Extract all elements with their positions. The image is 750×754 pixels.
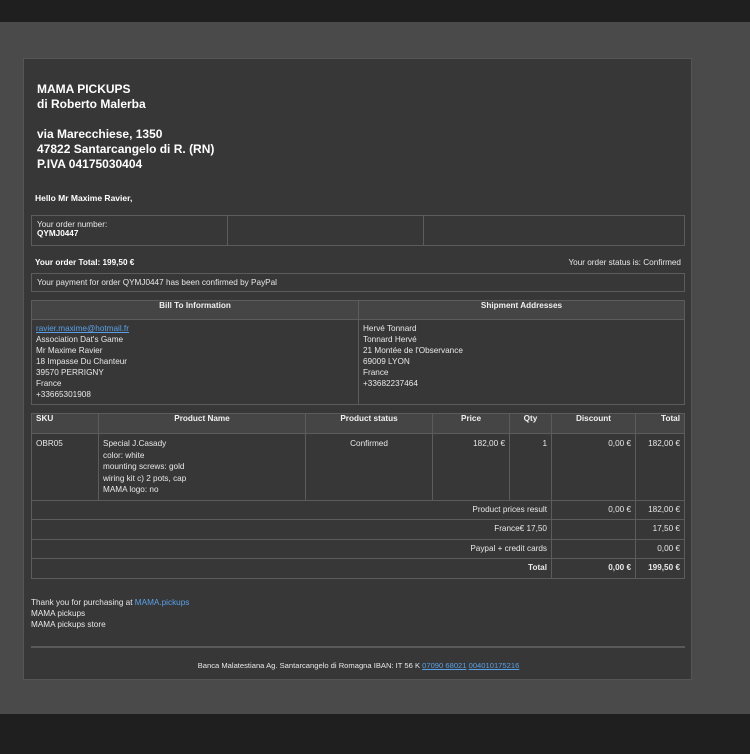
products-table: SKU Product Name Product status Price Qt… — [31, 413, 685, 579]
billing-line: Mr Maxime Ravier — [36, 346, 103, 355]
col-price: Price — [432, 413, 510, 434]
payment-total: 0,00 € — [635, 538, 685, 559]
col-discount: Discount — [551, 413, 636, 434]
billing-line: 39570 PERRIGNY — [36, 368, 104, 377]
shipping-label: France€ 17,50 — [31, 519, 552, 540]
summary-row-payment: Paypal + credit cards 0,00 € — [31, 538, 685, 559]
bill-to-header: Bill To Information — [31, 300, 359, 320]
shipping-line: France — [363, 368, 389, 377]
empty-cell — [551, 519, 636, 540]
item-option-line: wiring kit c) 2 pots, cap — [103, 473, 187, 483]
product-prices-total: 182,00 € — [635, 499, 685, 520]
item-option-line: mounting screws: gold — [103, 462, 185, 471]
store-subtitle: MAMA pickups store — [31, 620, 106, 629]
col-total: Total — [635, 413, 685, 434]
bottom-bar — [0, 714, 750, 754]
billing-line: Association Dat's Game — [36, 335, 124, 344]
thanks-text: Thank you for purchasing at — [31, 598, 135, 607]
order-status: Your order status is: Confirmed — [568, 258, 681, 267]
product-prices-discount: 0,00 € — [551, 499, 636, 520]
item-sku: OBR05 — [31, 433, 99, 501]
order-number-label: Your order number: — [37, 220, 108, 229]
table-row: OBR05 Special J.Casady color: white moun… — [31, 433, 685, 501]
shipping-total: 17,50 € — [635, 519, 685, 540]
company-street: via Marecchiese, 1350 — [37, 127, 163, 141]
products-header-row: SKU Product Name Product status Price Qt… — [31, 413, 685, 434]
item-qty: 1 — [509, 433, 552, 501]
email-body: MAMA PICKUPS di Roberto Malerba via Mare… — [23, 58, 692, 680]
item-name-line: Special J.Casady — [103, 439, 167, 448]
thanks-block: Thank you for purchasing at MAMA.pickups… — [31, 597, 189, 630]
greeting: Hello Mr Maxime Ravier, — [35, 193, 133, 203]
bank-link-2[interactable]: 004010175216 — [469, 661, 520, 670]
grand-total-label: Total — [31, 558, 552, 579]
empty-cell — [423, 215, 685, 246]
company-name: MAMA PICKUPS — [37, 82, 131, 96]
bank-text: Banca Malatestiana Ag. Santarcangelo di … — [197, 661, 423, 670]
item-option-line: MAMA logo: no — [103, 485, 159, 494]
company-header: MAMA PICKUPS di Roberto Malerba via Mare… — [37, 82, 214, 172]
shipping-line: 21 Montée de l'Observance — [363, 346, 463, 355]
col-product-status: Product status — [305, 413, 433, 434]
shipping-line: +33682237464 — [363, 379, 418, 388]
grand-total-discount: 0,00 € — [551, 558, 636, 579]
item-discount: 0,00 € — [551, 433, 636, 501]
top-bar — [0, 0, 750, 22]
product-prices-label: Product prices result — [31, 499, 552, 520]
summary-row-total: Total 0,00 € 199,50 € — [31, 558, 685, 579]
item-name: Special J.Casady color: white mounting s… — [98, 433, 306, 501]
col-qty: Qty — [509, 413, 552, 434]
item-status: Confirmed — [305, 433, 433, 501]
company-owner: di Roberto Malerba — [37, 97, 146, 111]
summary-row-products: Product prices result 0,00 € 182,00 € — [31, 499, 685, 520]
shipping-line: 69009 LYON — [363, 357, 410, 366]
shipment-address: Hervé Tonnard Tonnard Hervé 21 Montée de… — [358, 319, 685, 405]
billing-line: +33665301908 — [36, 390, 91, 399]
shipping-line: Tonnard Hervé — [363, 335, 417, 344]
col-product-name: Product Name — [98, 413, 306, 434]
order-number-cell: Your order number: QYMJ0447 — [31, 215, 228, 246]
billing-line: France — [36, 379, 62, 388]
grand-total: 199,50 € — [635, 558, 685, 579]
footer-divider — [31, 646, 685, 648]
empty-cell — [551, 538, 636, 559]
store-link[interactable]: MAMA.pickups — [135, 598, 190, 607]
order-total: Your order Total: 199,50 € — [35, 258, 135, 267]
item-option-line: color: white — [103, 450, 145, 460]
bank-link-1[interactable]: 07090 68021 — [422, 661, 466, 670]
order-number: QYMJ0447 — [37, 229, 79, 238]
billing-line: 18 Impasse Du Chanteur — [36, 357, 128, 366]
payment-label: Paypal + credit cards — [31, 538, 552, 559]
company-city: 47822 Santarcangelo di R. (RN) — [37, 142, 215, 156]
empty-cell — [227, 215, 424, 246]
item-total: 182,00 € — [635, 433, 685, 501]
billing-email-link[interactable]: ravier.maxime@hotmail.fr — [36, 324, 129, 333]
shipping-line: Hervé Tonnard — [363, 324, 417, 333]
company-vat: P.IVA 04175030404 — [37, 157, 143, 171]
store-name: MAMA pickups — [31, 609, 86, 618]
item-price: 182,00 € — [432, 433, 510, 501]
bill-to-address: ravier.maxime@hotmail.fr Association Dat… — [31, 319, 359, 405]
summary-row-shipping: France€ 17,50 17,50 € — [31, 519, 685, 540]
payment-note: Your payment for order QYMJ0447 has been… — [31, 273, 685, 292]
address-table: Bill To Information Shipment Addresses r… — [31, 300, 685, 405]
shipment-header: Shipment Addresses — [358, 300, 685, 320]
bank-info: Banca Malatestiana Ag. Santarcangelo di … — [24, 661, 693, 670]
col-sku: SKU — [31, 413, 99, 434]
order-number-table: Your order number: QYMJ0447 — [31, 215, 685, 246]
